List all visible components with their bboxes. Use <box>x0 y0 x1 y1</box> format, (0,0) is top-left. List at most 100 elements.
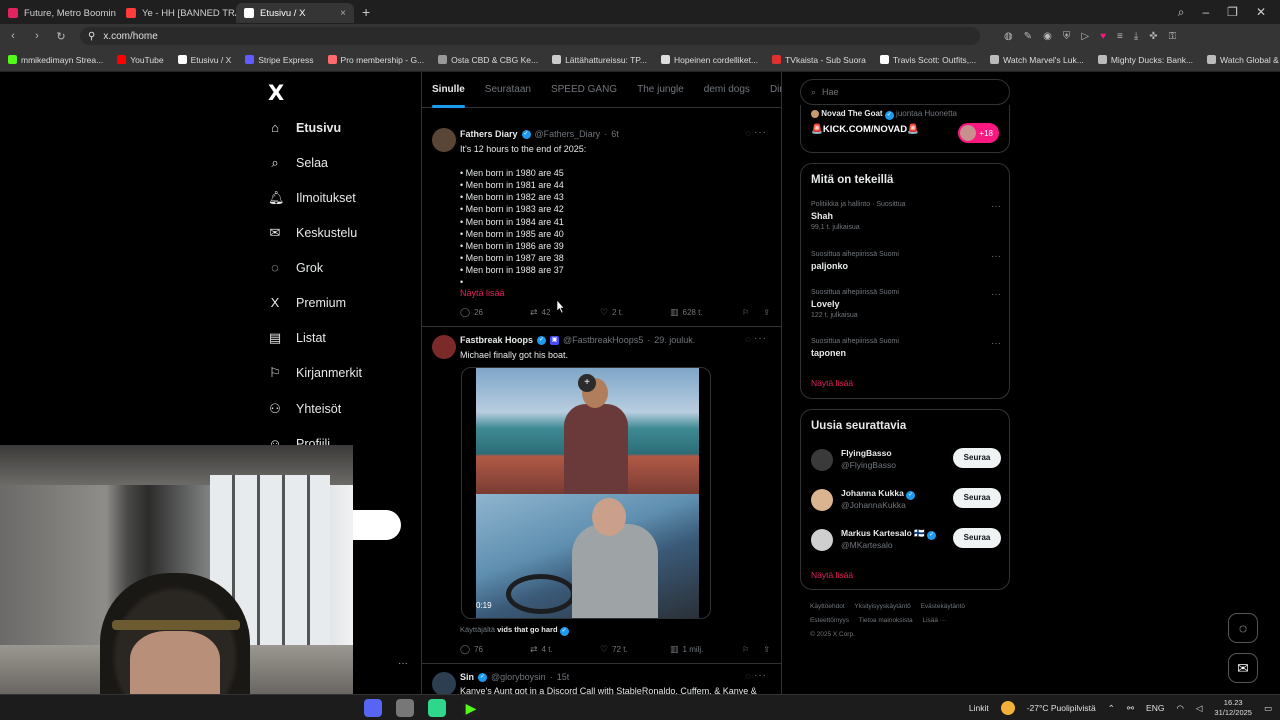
tweet-time[interactable]: 6t <box>611 129 619 139</box>
heart-icon[interactable]: ♥ <box>1100 31 1106 42</box>
author-handle[interactable]: @FastbreakHoops5 <box>563 335 643 345</box>
trend-item[interactable]: Suosittua aihepiirissä Suomi paljonko ··… <box>811 251 1001 271</box>
trend-more-icon[interactable]: ··· <box>991 201 1001 212</box>
new-tab-icon[interactable]: + <box>354 4 378 20</box>
nav-item-explore[interactable]: ⌕ Selaa <box>268 155 328 171</box>
follow-button[interactable]: Seuraa <box>953 488 1001 508</box>
views-button[interactable]: ▥ 628 t. <box>670 307 740 318</box>
url-field[interactable]: ⚲ x.com/home <box>80 27 980 45</box>
avatar[interactable] <box>432 672 456 694</box>
network-icon[interactable]: ⚯ <box>1127 703 1134 714</box>
trend-more-icon[interactable]: ··· <box>991 251 1001 262</box>
bookmark-item[interactable]: Osta CBD & CBG Ke... <box>438 55 538 65</box>
back-icon[interactable]: ‹ <box>8 30 18 42</box>
show-more-link[interactable]: Näytä lisää <box>460 288 505 298</box>
messages-fab-icon[interactable]: ✉ <box>1228 653 1258 683</box>
live-space-card[interactable]: Novad The Goat ✓ juontaa Huonetta 🚨KICK.… <box>800 105 1010 153</box>
grok-fab-icon[interactable]: ◌ <box>1228 613 1258 643</box>
trend-more-icon[interactable]: ··· <box>991 289 1001 300</box>
timeline-tab[interactable]: demi dogs <box>704 72 750 108</box>
avatar[interactable] <box>811 489 833 511</box>
timeline-tab[interactable]: The jungle <box>637 72 684 108</box>
tweet[interactable]: Fathers Diary ✓ @Fathers_Diary · 6t ◌ ··… <box>422 118 781 327</box>
more-options-icon[interactable]: ··· <box>398 658 408 669</box>
repost-button[interactable]: ⇄ 4 t. <box>530 644 600 655</box>
footer-link[interactable]: Käyttöehdot <box>810 603 845 610</box>
follow-suggestion[interactable]: Markus Kartesalo 🇫🇮 ✓ @MKartesalo Seuraa <box>811 528 1001 554</box>
timeline-tab[interactable]: Dima's Dl <box>770 72 781 108</box>
trend-more-icon[interactable]: ··· <box>991 338 1001 349</box>
clock[interactable]: 16.23 31/12/2025 <box>1214 698 1252 718</box>
puzzle-icon[interactable]: ✜ <box>1149 31 1157 42</box>
add-icon[interactable]: + <box>578 374 596 392</box>
bookmark-icon[interactable]: ⚐ <box>742 645 749 654</box>
author-handle[interactable]: @Fathers_Diary <box>535 129 601 139</box>
grok-explain-icon[interactable]: ◌ <box>746 128 751 138</box>
follow-suggestion[interactable]: Johanna Kukka ✓ @JohannaKukka Seuraa <box>811 488 1001 514</box>
tweet-time[interactable]: 15t <box>557 672 570 682</box>
bookmark-item[interactable]: Lättähattureissu: TP... <box>552 55 647 65</box>
show-more-link[interactable]: Näytä lisää <box>811 378 853 388</box>
weather-icon[interactable] <box>1000 701 1015 715</box>
author-name[interactable]: Fastbreak Hoops <box>460 335 533 345</box>
bookmark-item[interactable]: TVkaista - Sub Suora <box>772 55 866 65</box>
repost-button[interactable]: ⇄ 42 <box>530 307 600 318</box>
reply-button[interactable]: ◯ 76 <box>460 644 530 655</box>
bookmark-item[interactable]: Travis Scott: Outfits,... <box>879 55 976 65</box>
author-name[interactable]: Sin <box>460 672 474 682</box>
shield-icon[interactable]: ⛨ <box>1063 31 1071 42</box>
bookmark-item[interactable]: YouTube <box>117 55 164 65</box>
avatar[interactable] <box>811 449 833 471</box>
app-icon[interactable] <box>396 699 414 717</box>
tweet[interactable]: Sin ✓ @gloryboysin · 15t ◌ ··· Kanye's A… <box>422 664 781 694</box>
footer-link[interactable]: Lisää ··· <box>922 617 946 624</box>
camera-icon[interactable]: ◉ <box>1043 31 1052 42</box>
avatar[interactable] <box>811 529 833 551</box>
trend-item[interactable]: Politiikka ja hallinto · Suosittua Shah … <box>811 201 1001 231</box>
reply-button[interactable]: ◯ 26 <box>460 307 530 318</box>
weather-text[interactable]: -27°C Puolipilvistä <box>1027 703 1096 713</box>
nav-item-lists[interactable]: ▤ Listat <box>268 330 326 346</box>
app-icon[interactable] <box>428 699 446 717</box>
discord-icon[interactable] <box>364 699 382 717</box>
bookmark-item[interactable]: mmikedimayn Strea... <box>8 55 103 65</box>
timeline-tab[interactable]: SPEED GANG <box>551 72 617 108</box>
menu-icon[interactable]: ≡ <box>1117 31 1123 42</box>
extension-icon[interactable]: ✎ <box>1024 31 1032 42</box>
trend-item[interactable]: Suosittua aihepiirissä Suomi Lovely 122 … <box>811 289 1001 319</box>
footer-link[interactable]: Evästekäytäntö <box>921 603 965 610</box>
tweet[interactable]: Fastbreak Hoops ✓ ▣ @FastbreakHoops5 · 2… <box>422 327 781 664</box>
views-button[interactable]: ▥ 1 milj. <box>670 644 740 655</box>
nav-item-grok[interactable]: ◌ Grok <box>268 260 323 275</box>
nav-item-communities[interactable]: ⚇ Yhteisöt <box>268 401 341 417</box>
nav-item-notifications[interactable]: 🔔︎ Ilmoitukset <box>268 190 356 206</box>
site-info-icon[interactable]: ⚲ <box>88 31 95 42</box>
author-handle[interactable]: @gloryboysin <box>491 672 546 682</box>
video-source[interactable]: Käyttäjältä vids that go hard ✓ <box>460 625 569 636</box>
trend-item[interactable]: Suosittua aihepiirissä Suomi taponen ··· <box>811 338 1001 358</box>
share-icon[interactable]: ⇪ <box>763 308 770 317</box>
share-icon[interactable]: ⇪ <box>763 645 770 654</box>
wifi-icon[interactable]: ◠ <box>1176 703 1183 714</box>
links-label[interactable]: Linkit <box>969 703 989 713</box>
nav-item-home[interactable]: ⌂ Etusivu <box>268 120 341 135</box>
browser-tab-2[interactable]: Ye - HH [BANNED TRACK × <box>118 3 236 23</box>
maximize-icon[interactable]: ❐ <box>1227 5 1238 20</box>
download-icon[interactable]: ⤓ <box>1134 31 1138 42</box>
bookmark-item[interactable]: Mighty Ducks: Bank... <box>1097 55 1193 65</box>
live-listeners-badge[interactable]: +18 <box>958 123 999 143</box>
minimize-icon[interactable]: – <box>1202 5 1209 20</box>
footer-link[interactable]: Tietoa mainoksista <box>859 617 913 624</box>
bookmark-item[interactable]: Pro membership - G... <box>327 55 424 65</box>
browser-tab-3[interactable]: Etusivu / X × <box>236 3 354 23</box>
bookmark-item[interactable]: Watch Global & Loc... <box>1207 55 1280 65</box>
tweet-time[interactable]: 29. jouluk. <box>654 335 695 345</box>
reload-icon[interactable]: ↻ <box>56 30 66 43</box>
nav-item-premium[interactable]: X Premium <box>268 295 346 310</box>
more-options-icon[interactable]: ··· <box>754 127 767 138</box>
volume-icon[interactable]: ◁ <box>1196 703 1203 714</box>
bookmark-item[interactable]: Hopeinen cordelliket... <box>660 55 758 65</box>
kick-icon[interactable]: ▶ <box>462 699 480 717</box>
nav-item-messages[interactable]: ✉ Keskustelu <box>268 225 358 241</box>
bookmark-item[interactable]: Etusivu / X <box>177 55 231 65</box>
